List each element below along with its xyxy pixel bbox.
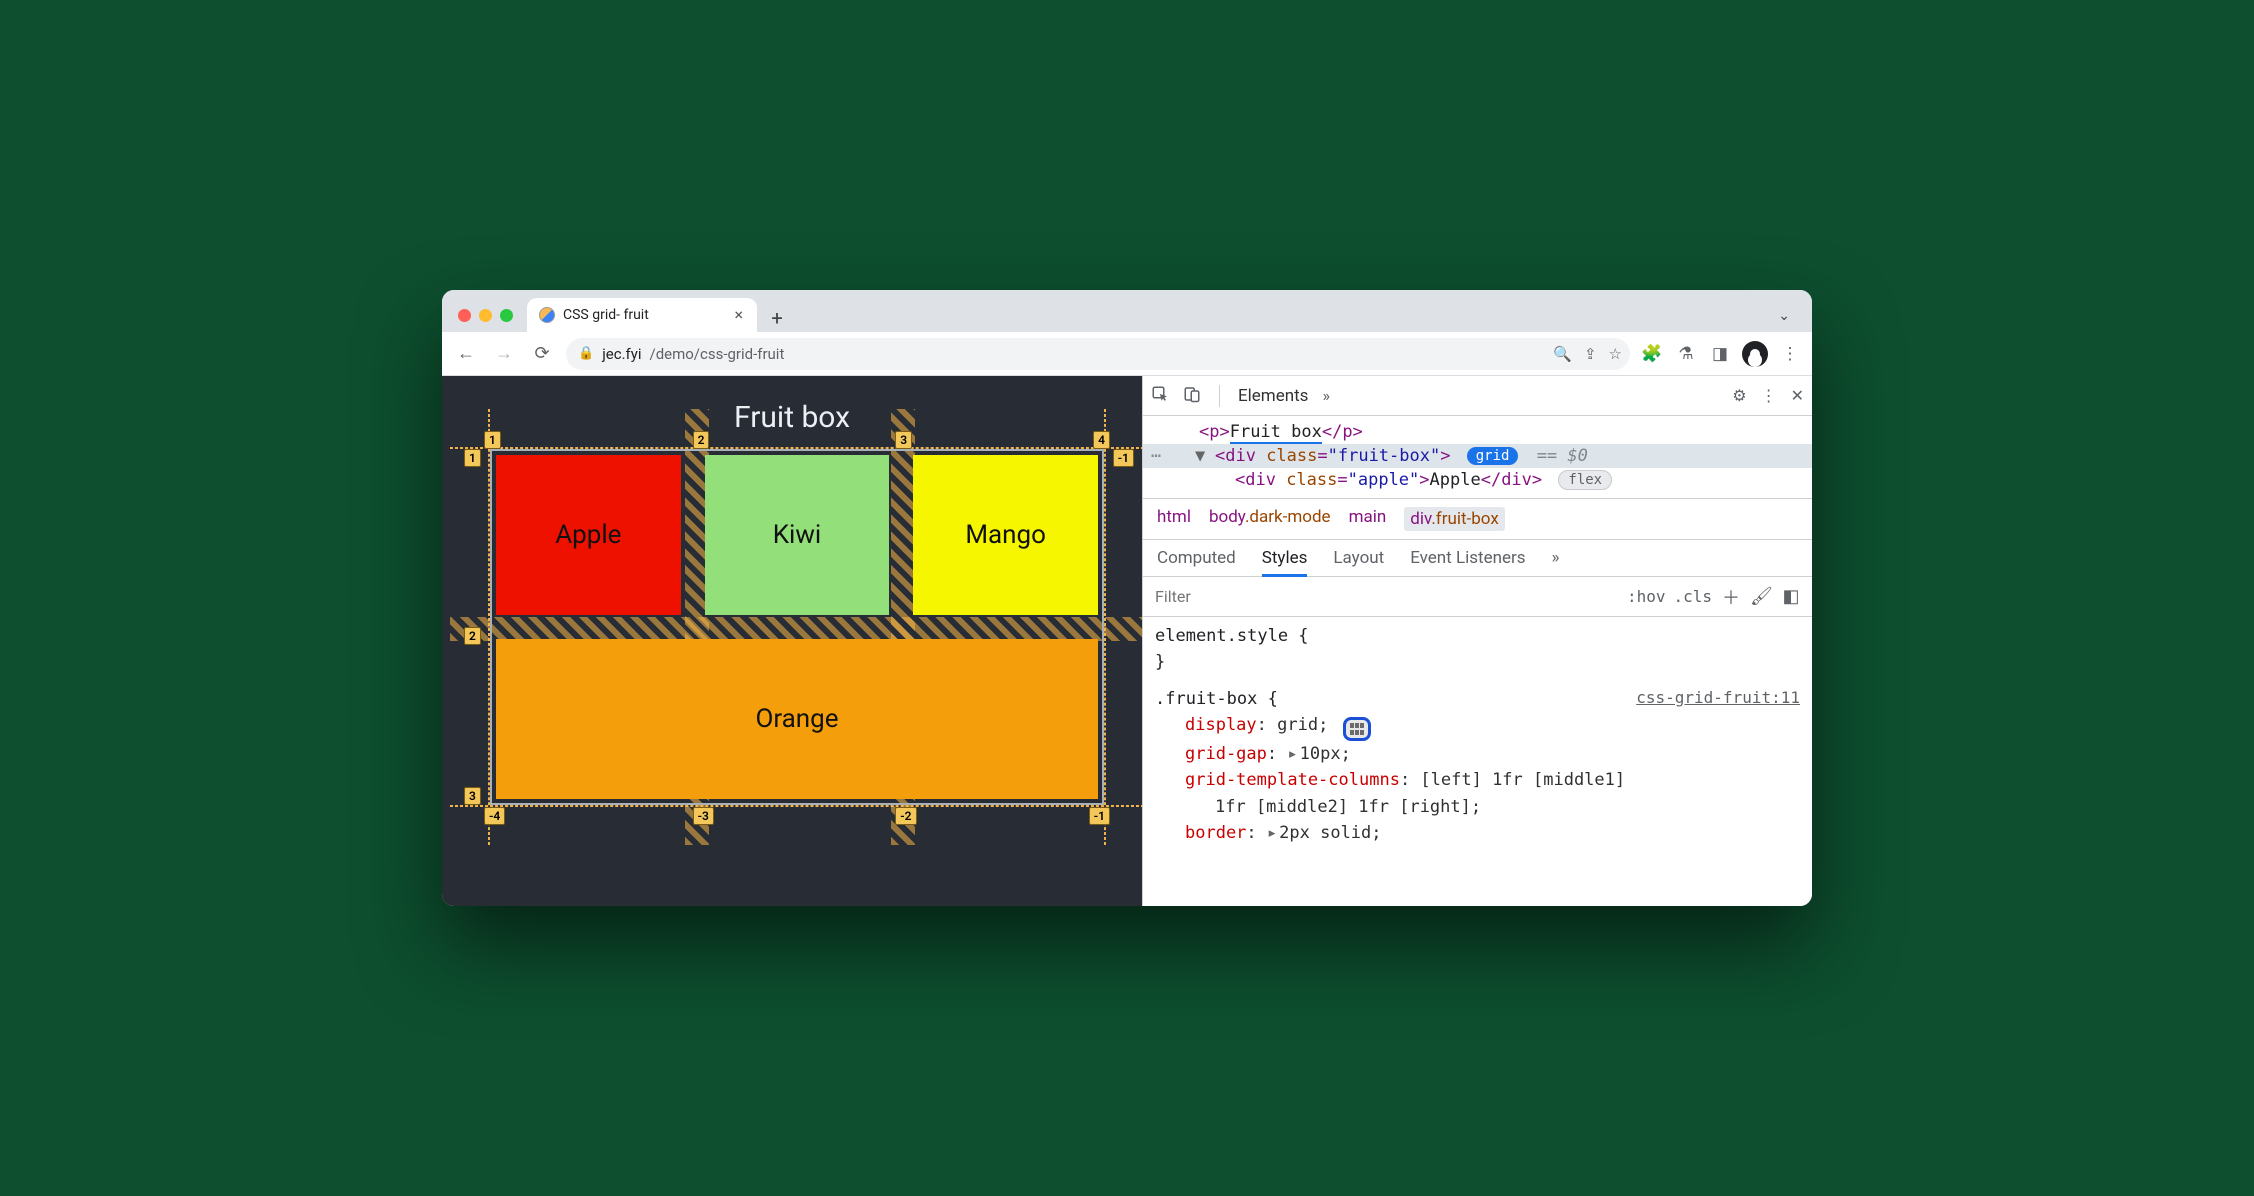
favicon-icon <box>539 307 555 323</box>
dom-node-selected[interactable]: ▼<div class="fruit-box"> grid == $0 <box>1143 444 1812 468</box>
dom-tree[interactable]: <p>Fruit box</p> ▼<div class="fruit-box"… <box>1143 416 1812 498</box>
new-style-rule-icon[interactable]: ＋ <box>1720 584 1742 610</box>
fruit-box-grid: Apple Kiwi Mango Orange <box>490 449 1104 805</box>
subtab-layout[interactable]: Layout <box>1333 548 1384 568</box>
share-icon[interactable]: ⇪ <box>1584 345 1597 363</box>
grid-col-num: 3 <box>895 431 912 449</box>
paint-icon[interactable]: 🖌 <box>1750 586 1772 607</box>
grid-overlay: Apple Kiwi Mango Orange 1 2 3 4 1 2 3 -1… <box>490 449 1104 805</box>
grid-row-num: 1 <box>464 449 481 467</box>
grid-col-num: -3 <box>693 807 714 825</box>
styles-filter-bar: :hov .cls ＋ 🖌 ◧ <box>1143 577 1812 617</box>
more-tabs-icon[interactable]: » <box>1322 386 1330 405</box>
window-controls <box>454 309 521 332</box>
computed-panel-icon[interactable]: ◧ <box>1780 586 1802 607</box>
subtab-event-listeners[interactable]: Event Listeners <box>1410 548 1525 568</box>
cell-kiwi: Kiwi <box>705 455 890 615</box>
close-window-icon[interactable] <box>458 309 471 322</box>
tab-menu-icon[interactable]: ⌄ <box>1778 308 1800 332</box>
subtab-computed[interactable]: Computed <box>1157 548 1236 568</box>
profile-avatar[interactable] <box>1742 341 1768 367</box>
labs-icon[interactable]: ⚗ <box>1674 344 1698 364</box>
back-button[interactable]: ← <box>452 343 480 364</box>
bookmark-icon[interactable]: ☆ <box>1609 345 1622 363</box>
cell-apple: Apple <box>496 455 681 615</box>
browser-toolbar: ← → ⟳ 🔒 jec.fyi/demo/css-grid-fruit 🔍 ⇪ … <box>442 332 1812 376</box>
url-path: /demo/css-grid-fruit <box>650 345 785 363</box>
styles-filter-input[interactable] <box>1153 581 1619 612</box>
address-bar[interactable]: 🔒 jec.fyi/demo/css-grid-fruit 🔍 ⇪ ☆ <box>566 338 1630 370</box>
cell-mango: Mango <box>913 455 1098 615</box>
grid-col-num: 2 <box>693 431 710 449</box>
close-devtools-icon[interactable]: ✕ <box>1791 386 1804 405</box>
grid-col-num: -4 <box>484 807 505 825</box>
dom-node[interactable]: <div class="apple">Apple</div> flex <box>1143 468 1812 492</box>
devtools-panel: Elements » ⚙ ⋮ ✕ <p>Fruit box</p> ▼<div … <box>1142 376 1812 906</box>
kebab-menu-icon[interactable]: ⋮ <box>1778 344 1802 364</box>
grid-col-num: -1 <box>1089 807 1110 825</box>
crumb[interactable]: main <box>1349 507 1387 531</box>
hov-toggle[interactable]: :hov <box>1627 587 1666 606</box>
reload-button[interactable]: ⟳ <box>528 343 556 364</box>
grid-row-num: 3 <box>464 787 481 805</box>
device-toggle-icon[interactable] <box>1183 385 1201 407</box>
zoom-icon[interactable]: 🔍 <box>1553 345 1572 363</box>
subtab-styles[interactable]: Styles <box>1262 548 1308 577</box>
styles-tabbar: Computed Styles Layout Event Listeners » <box>1143 540 1812 577</box>
close-tab-icon[interactable]: × <box>734 307 743 323</box>
kebab-icon[interactable]: ⋮ <box>1761 386 1777 405</box>
new-tab-button[interactable]: + <box>763 304 791 332</box>
tab-title: CSS grid- fruit <box>563 307 649 323</box>
forward-button[interactable]: → <box>490 343 518 364</box>
crumb[interactable]: body.dark-mode <box>1209 507 1331 531</box>
grid-row-num: 2 <box>464 627 481 645</box>
grid-badge[interactable]: grid <box>1467 447 1519 465</box>
grid-col-num: 1 <box>484 431 501 449</box>
crumb[interactable]: html <box>1157 507 1191 531</box>
extensions-icon[interactable]: 🧩 <box>1640 344 1664 364</box>
url-host: jec.fyi <box>602 345 641 363</box>
zoom-window-icon[interactable] <box>500 309 513 322</box>
grid-col-num: -2 <box>895 807 916 825</box>
tab-strip: CSS grid- fruit × + ⌄ <box>442 290 1812 332</box>
more-subtabs-icon[interactable]: » <box>1552 548 1560 568</box>
page-viewport: Fruit box Apple Kiwi Mango Orange 1 2 3 <box>442 376 1142 906</box>
browser-window: CSS grid- fruit × + ⌄ ← → ⟳ 🔒 jec.fyi/de… <box>442 290 1812 906</box>
grid-col-num: 4 <box>1093 431 1110 449</box>
grid-row-num: -1 <box>1113 449 1134 467</box>
inspect-icon[interactable] <box>1151 385 1169 407</box>
cell-orange: Orange <box>496 639 1098 799</box>
devtools-tab-elements[interactable]: Elements <box>1238 386 1308 406</box>
lock-icon: 🔒 <box>578 346 594 361</box>
dom-node[interactable]: <p>Fruit box</p> <box>1143 420 1812 444</box>
side-panel-icon[interactable]: ◨ <box>1708 344 1732 364</box>
content-area: Fruit box Apple Kiwi Mango Orange 1 2 3 <box>442 376 1812 906</box>
gear-icon[interactable]: ⚙ <box>1732 386 1746 405</box>
cls-toggle[interactable]: .cls <box>1673 587 1712 606</box>
flex-badge[interactable]: flex <box>1558 470 1612 490</box>
minimize-window-icon[interactable] <box>479 309 492 322</box>
styles-pane[interactable]: element.style { } css-grid-fruit:11 .fru… <box>1143 617 1812 852</box>
dom-breadcrumbs[interactable]: html body.dark-mode main div.fruit-box <box>1143 498 1812 540</box>
page-heading: Fruit box <box>442 400 1142 435</box>
browser-tab[interactable]: CSS grid- fruit × <box>527 298 757 332</box>
devtools-tabbar: Elements » ⚙ ⋮ ✕ <box>1143 376 1812 416</box>
grid-editor-button[interactable] <box>1343 717 1371 741</box>
source-link[interactable]: css-grid-fruit:11 <box>1636 686 1800 711</box>
crumb-active[interactable]: div.fruit-box <box>1404 507 1505 531</box>
